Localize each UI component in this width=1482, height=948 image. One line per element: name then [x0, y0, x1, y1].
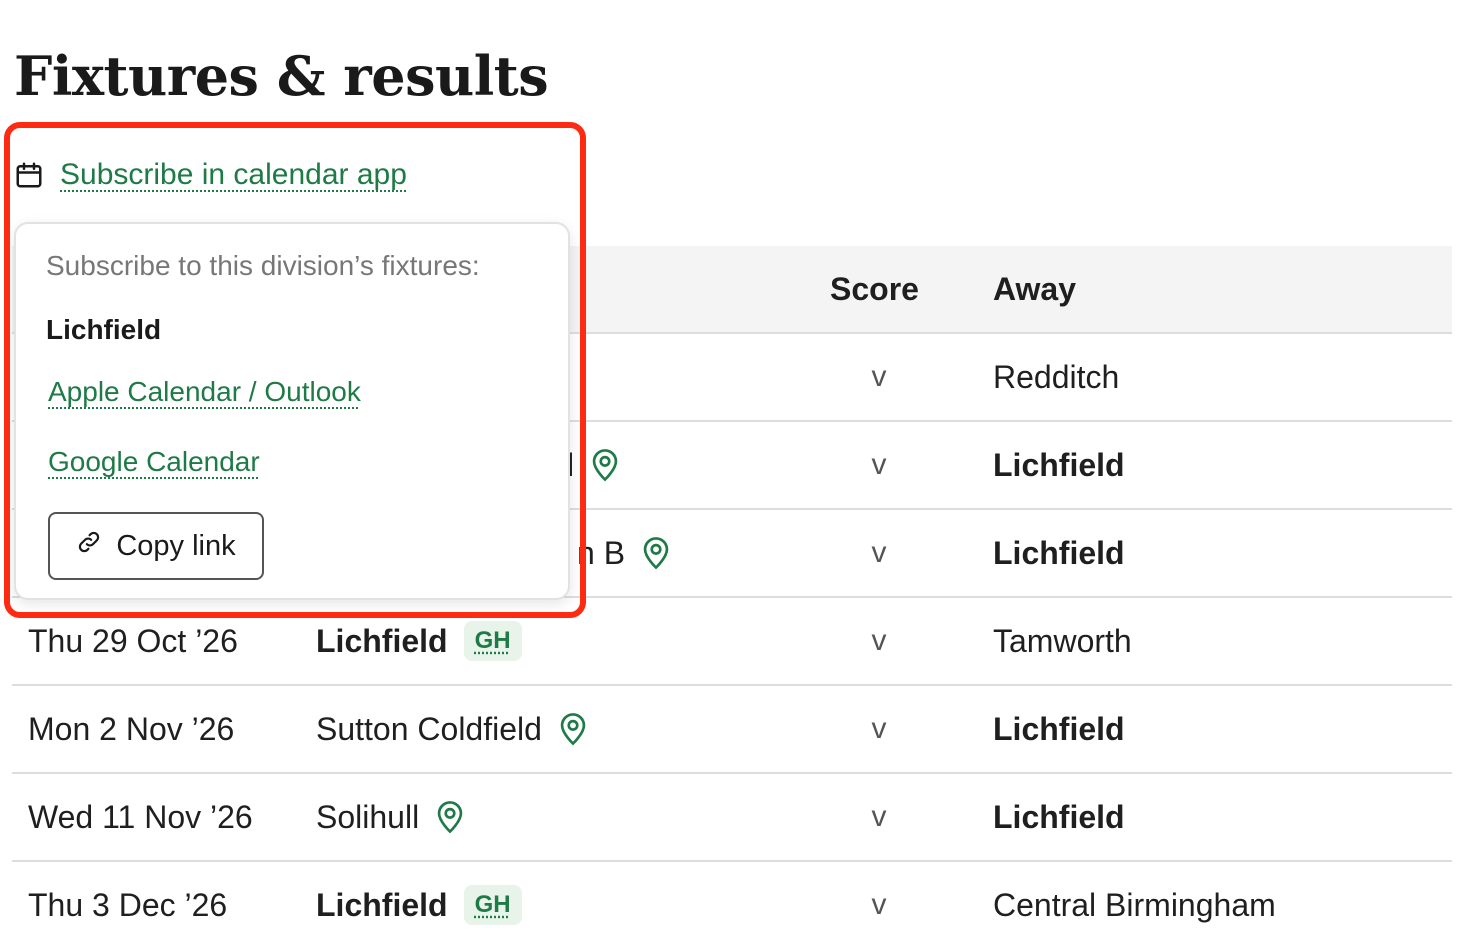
popover-heading: Subscribe to this division’s fixtures:	[46, 250, 480, 281]
fixture-date: Mon 2 Nov ’26	[28, 711, 235, 747]
away-team: Redditch	[993, 359, 1120, 395]
page-title: Fixtures & results	[14, 44, 549, 108]
subscribe-calendar-link[interactable]: Subscribe in calendar app	[60, 158, 407, 192]
away-team: Central Birmingham	[993, 887, 1276, 923]
home-team-cell: Sutton Coldfield	[316, 686, 588, 772]
fixture-score: v	[871, 448, 887, 481]
home-team: Sutton Coldfield	[316, 711, 542, 747]
google-calendar-link[interactable]: Google Calendar	[48, 446, 260, 478]
away-team: Lichfield	[993, 535, 1125, 571]
home-team: Solihull	[316, 799, 420, 835]
table-row[interactable]: Thu 3 Dec ’26 Lichfield GH v Central Bir…	[12, 862, 1452, 948]
fixture-score: v	[871, 360, 887, 393]
column-header-away: Away	[993, 271, 1077, 307]
column-header-score: Score	[830, 271, 919, 307]
fixture-score: v	[871, 712, 887, 745]
home-team-cell: l	[567, 422, 620, 508]
home-team-cell: Solihull	[316, 774, 465, 860]
fixture-date: Thu 29 Oct ’26	[28, 623, 238, 659]
table-row[interactable]: Mon 2 Nov ’26 Sutton Coldfield v Lichfie…	[12, 686, 1452, 774]
subscribe-popover: Subscribe to this division’s fixtures: L…	[14, 222, 570, 600]
ground-badge[interactable]: GH	[463, 885, 522, 925]
home-team: Lichfield	[316, 887, 448, 923]
map-pin-icon[interactable]	[558, 712, 588, 746]
map-pin-icon[interactable]	[435, 800, 465, 834]
away-team: Lichfield	[993, 447, 1125, 483]
subscribe-row: Subscribe in calendar app	[14, 155, 407, 195]
home-team-cell: n B	[577, 510, 671, 596]
ground-badge[interactable]: GH	[463, 621, 522, 661]
away-team: Lichfield	[993, 799, 1125, 835]
copy-link-label: Copy link	[116, 529, 236, 562]
map-pin-icon[interactable]	[590, 448, 620, 482]
apple-calendar-link[interactable]: Apple Calendar / Outlook	[48, 376, 361, 408]
popover-team-name: Lichfield	[46, 314, 162, 345]
home-team-cell: Lichfield GH	[316, 598, 522, 684]
fixture-date: Wed 11 Nov ’26	[28, 799, 253, 835]
calendar-icon	[14, 160, 44, 190]
fixture-score: v	[871, 888, 887, 921]
copy-link-button[interactable]: Copy link	[48, 512, 264, 580]
table-row[interactable]: Wed 11 Nov ’26 Solihull v Lichfield	[12, 774, 1452, 862]
fixture-score: v	[871, 624, 887, 657]
away-team: Tamworth	[993, 623, 1132, 659]
table-row[interactable]: Thu 29 Oct ’26 Lichfield GH v Tamworth	[12, 598, 1452, 686]
away-team: Lichfield	[993, 711, 1125, 747]
link-icon	[76, 529, 102, 563]
fixture-score: v	[871, 800, 887, 833]
home-team: n B	[577, 535, 626, 571]
fixture-score: v	[871, 536, 887, 569]
home-team-cell: Lichfield GH	[316, 862, 522, 948]
home-team: Lichfield	[316, 623, 448, 659]
fixture-date: Thu 3 Dec ’26	[28, 887, 228, 923]
map-pin-icon[interactable]	[641, 536, 671, 570]
